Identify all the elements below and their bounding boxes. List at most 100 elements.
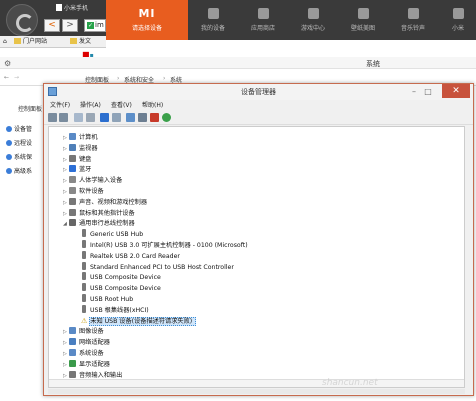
bookmark-post[interactable]: 发文 bbox=[70, 37, 91, 47]
tree-device[interactable]: ⚠ 未知 USB 设备(设备描述符请求失败) bbox=[81, 316, 197, 327]
warning-icon: ⚠ bbox=[81, 316, 88, 325]
side-link-device-manager[interactable]: 设备管 bbox=[6, 124, 32, 133]
bookmark-label: 门户网站 bbox=[23, 38, 48, 45]
tree-category[interactable]: ◢ 通用串行总线控制器 bbox=[63, 218, 135, 229]
tab-select-device[interactable]: MI 请选择设备 bbox=[106, 0, 188, 40]
side-link-protection[interactable]: 系统保 bbox=[6, 152, 32, 161]
menu-help[interactable]: 帮助(H) bbox=[142, 100, 163, 111]
tree-category[interactable]: ▷ 声音、视频和游戏控制器 bbox=[63, 197, 147, 208]
horizontal-scrollbar[interactable] bbox=[49, 379, 464, 387]
device-category-icon bbox=[69, 133, 76, 140]
device-category-icon bbox=[69, 197, 76, 205]
tree-category[interactable]: ▷ 蓝牙 bbox=[63, 164, 91, 175]
mi-logo: MI bbox=[138, 7, 156, 20]
tree-category[interactable]: ▷ 监视器 bbox=[63, 143, 98, 154]
tree-label: 监视器 bbox=[79, 144, 98, 152]
address-bar[interactable]: ✓ im bbox=[84, 19, 106, 32]
tree-device[interactable]: Standard Enhanced PCI to USB Host Contro… bbox=[81, 261, 234, 273]
device-category-icon bbox=[69, 338, 76, 346]
uninstall-icon[interactable] bbox=[150, 113, 159, 122]
usb-plug-icon bbox=[82, 261, 86, 270]
back-icon[interactable] bbox=[48, 113, 57, 122]
tree-label: Realtek USB 2.0 Card Reader bbox=[90, 252, 180, 260]
tree-category[interactable]: ▷ 计算机 bbox=[63, 132, 98, 143]
tree-category[interactable]: ▷ 显示适配器 bbox=[63, 359, 110, 370]
device-tree[interactable]: ▷ 音频输入和输出 ▷ 显示适配器 ▷ 系统设备 ▷ 网络适配器 ▷ 图像设备 ⚠ 未知 USB 设备… bbox=[48, 126, 465, 388]
toolbar bbox=[44, 111, 473, 125]
device-manager-icon bbox=[48, 87, 57, 96]
tree-category[interactable]: ▷ 键盘 bbox=[63, 154, 91, 165]
tab-label: 请选择设备 bbox=[131, 25, 162, 32]
help-icon[interactable] bbox=[100, 113, 109, 122]
usb-plug-icon bbox=[82, 283, 86, 292]
update-driver-icon[interactable] bbox=[126, 113, 135, 122]
device-category-icon bbox=[69, 349, 76, 356]
shield-icon bbox=[6, 126, 12, 132]
forward-icon[interactable] bbox=[59, 113, 68, 122]
shield-icon bbox=[6, 168, 12, 174]
browser-logo-icon[interactable] bbox=[6, 4, 38, 36]
menu-file[interactable]: 文件(F) bbox=[50, 100, 70, 111]
maximize-button[interactable]: □ bbox=[422, 86, 434, 97]
tree-label: Standard Enhanced PCI to USB Host Contro… bbox=[90, 263, 234, 271]
home-icon[interactable]: ⌂ bbox=[3, 37, 7, 47]
gamepad-icon bbox=[307, 8, 319, 19]
side-link-remote[interactable]: 远程设 bbox=[6, 138, 32, 147]
forward-arrow-icon[interactable]: → bbox=[14, 74, 19, 81]
menu-action[interactable]: 操作(A) bbox=[80, 100, 101, 111]
device-manager-window: 设备管理器 – □ ✕ 文件(F) 操作(A) 查看(V) 帮助(H) ▷ 音频输… bbox=[43, 83, 474, 396]
view-icon[interactable] bbox=[112, 113, 121, 122]
phone-icon bbox=[207, 8, 219, 19]
tree-label: USB 根集线器(xHCI) bbox=[90, 306, 149, 314]
tab-app-store[interactable]: 应用商店 bbox=[240, 0, 286, 40]
shield-icon bbox=[6, 154, 12, 160]
tree-category[interactable]: ▷ 系统设备 bbox=[63, 348, 104, 359]
tree-category[interactable]: ▷ 鼠标和其他指针设备 bbox=[63, 208, 135, 219]
tab-music[interactable]: 音乐铃声 bbox=[390, 0, 436, 40]
explorer-window-title: 系统 bbox=[366, 60, 380, 68]
tree-device[interactable]: Intel(R) USB 3.0 可扩展主机控制器 - 0100 (Micros… bbox=[81, 240, 248, 251]
tree-device[interactable]: USB Root Hub bbox=[81, 294, 133, 305]
back-arrow-icon[interactable]: ← bbox=[4, 74, 9, 81]
menu-view[interactable]: 查看(V) bbox=[111, 100, 132, 111]
close-button[interactable]: ✕ bbox=[442, 84, 470, 98]
tree-device[interactable]: USB Composite Device bbox=[81, 283, 161, 294]
tree-category[interactable]: ▷ 网络适配器 bbox=[63, 337, 110, 348]
doc-icon bbox=[56, 4, 62, 11]
tab-label: 音乐铃声 bbox=[400, 25, 425, 32]
tab-wallpaper[interactable]: 壁纸美图 bbox=[340, 0, 386, 40]
dots-decoration: ■▪ bbox=[82, 50, 94, 59]
tree-label: 图像设备 bbox=[79, 328, 104, 336]
side-link-label: 系统保 bbox=[14, 154, 33, 161]
music-icon bbox=[407, 8, 419, 19]
enable-device-icon[interactable] bbox=[162, 113, 171, 122]
minimize-button[interactable]: – bbox=[408, 86, 420, 97]
bookmark-portal[interactable]: 门户网站 bbox=[14, 37, 47, 47]
tree-category[interactable]: ▷ 软件设备 bbox=[63, 186, 104, 197]
back-button[interactable]: < bbox=[44, 19, 60, 32]
tree-device[interactable]: Realtek USB 2.0 Card Reader bbox=[81, 250, 180, 262]
breadcrumb-separator: › bbox=[117, 75, 120, 82]
usb-plug-icon bbox=[82, 250, 86, 259]
tree-device[interactable]: USB 根集线器(xHCI) bbox=[81, 304, 149, 316]
scan-hardware-icon[interactable] bbox=[138, 113, 147, 122]
tab-my-devices[interactable]: 我的设备 bbox=[190, 0, 236, 40]
more-icon bbox=[452, 8, 464, 19]
tree-label: 人体学输入设备 bbox=[79, 177, 123, 185]
tab-game-center[interactable]: 游戏中心 bbox=[290, 0, 336, 40]
tree-category[interactable]: ▷ 人体学输入设备 bbox=[63, 175, 122, 186]
tab-more[interactable]: 小米 bbox=[440, 0, 476, 40]
tree-label: 音频输入和输出 bbox=[79, 371, 123, 379]
tab-label: 游戏中心 bbox=[300, 25, 325, 32]
show-hidden-icon[interactable] bbox=[86, 113, 95, 122]
side-link-advanced[interactable]: 高级系 bbox=[6, 166, 32, 175]
device-category-icon bbox=[69, 176, 76, 184]
tree-category[interactable]: ▷ 图像设备 bbox=[63, 326, 104, 337]
tree-device[interactable]: USB Composite Device bbox=[81, 272, 161, 283]
browser-tab[interactable]: 小米手机 bbox=[56, 2, 100, 16]
properties-icon[interactable] bbox=[74, 113, 83, 122]
tree-label: USB Composite Device bbox=[90, 285, 161, 293]
forward-button[interactable]: > bbox=[62, 19, 78, 32]
tree-device[interactable]: Generic USB Hub bbox=[81, 229, 143, 240]
tab-label: 应用商店 bbox=[250, 25, 275, 32]
